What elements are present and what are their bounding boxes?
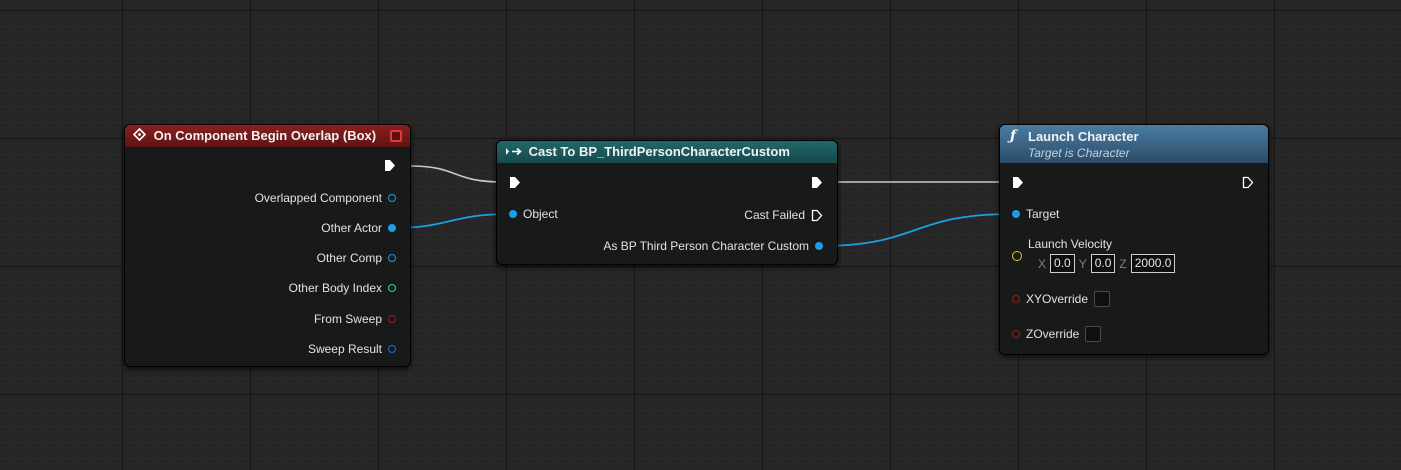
launch-character-node[interactable]: ƒ Launch Character Target is Character T… [999, 124, 1269, 355]
pin-label: Sweep Result [307, 342, 382, 356]
boolean-pin-icon[interactable] [388, 315, 396, 323]
exec-out-pin-icon[interactable] [384, 159, 396, 172]
pin-label: Launch Velocity [1028, 237, 1113, 251]
delegate-pin-icon[interactable] [390, 130, 402, 142]
pin-row-target[interactable]: Target [1012, 207, 1059, 221]
pin-row-cast-failed[interactable]: Cast Failed [744, 208, 823, 222]
object-pin-icon[interactable] [509, 210, 517, 218]
event-node-begin-overlap[interactable]: On Component Begin Overlap (Box) Overlap… [124, 124, 411, 367]
z-override-checkbox[interactable] [1085, 326, 1102, 342]
cast-node-header[interactable]: Cast To BP_ThirdPersonCharacterCustom [497, 141, 837, 163]
launch-node-title: Launch Character [1028, 129, 1139, 144]
pin-row-sweep-result[interactable]: Sweep Result [308, 342, 396, 356]
exec-out-pin-icon[interactable] [811, 209, 823, 222]
pin-label: XYOverride [1026, 292, 1089, 306]
event-node-header[interactable]: On Component Begin Overlap (Box) [125, 125, 410, 147]
pin-label: Overlapped Component [254, 191, 382, 205]
y-value-input[interactable]: 0.0 [1090, 254, 1116, 273]
x-value-input[interactable]: 0.0 [1050, 254, 1075, 273]
vector-pin-icon[interactable] [1012, 251, 1022, 261]
y-axis-label: Y [1078, 256, 1087, 271]
pin-label: Other Comp [316, 251, 382, 265]
exec-out-pin-icon[interactable] [1242, 176, 1254, 189]
object-pin-icon[interactable] [1012, 210, 1020, 218]
launch-node-subtitle: Target is Character [1028, 146, 1130, 160]
launch-velocity-group: Launch Velocity X 0.0 Y 0.0 Z 2000.0 [1028, 237, 1176, 273]
struct-pin-icon[interactable] [388, 345, 396, 353]
pin-row-other-body-index[interactable]: Other Body Index [289, 281, 396, 295]
pin-label: Target [1026, 207, 1060, 221]
pin-row-launch-velocity[interactable]: Launch Velocity X 0.0 Y 0.0 Z 2000.0 [1012, 237, 1176, 273]
pin-row-object[interactable]: Object [509, 207, 558, 221]
integer-pin-icon[interactable] [388, 284, 396, 292]
event-diamond-icon [132, 126, 147, 148]
z-axis-label: Z [1119, 256, 1127, 271]
pin-row-overlapped-component[interactable]: Overlapped Component [255, 191, 396, 205]
object-pin-icon[interactable] [388, 254, 396, 262]
cast-node[interactable]: Cast To BP_ThirdPersonCharacterCustom Ob… [496, 140, 838, 265]
pin-label: As BP Third Person Character Custom [603, 239, 809, 253]
launch-exec-in-row[interactable] [1012, 176, 1024, 189]
pin-label: Object [523, 207, 558, 221]
launch-node-header[interactable]: ƒ Launch Character Target is Character [1000, 125, 1268, 163]
pin-label: Other Body Index [288, 281, 382, 295]
object-pin-icon[interactable] [388, 194, 396, 202]
pin-row-from-sweep[interactable]: From Sweep [314, 312, 396, 326]
event-exec-out-row[interactable] [384, 159, 396, 172]
pin-row-other-actor[interactable]: Other Actor [321, 221, 396, 235]
exec-in-pin-icon[interactable] [509, 176, 521, 189]
xy-override-checkbox[interactable] [1094, 291, 1111, 307]
cast-exec-out-row[interactable] [811, 176, 823, 189]
boolean-pin-icon[interactable] [1012, 330, 1020, 338]
boolean-pin-icon[interactable] [1012, 295, 1020, 303]
exec-out-pin-icon[interactable] [811, 176, 823, 189]
pin-label: ZOverride [1026, 327, 1080, 341]
exec-wire-event-to-cast [409, 165, 505, 183]
exec-in-pin-icon[interactable] [1012, 176, 1024, 189]
pin-label: Other Actor [321, 221, 382, 235]
pin-row-other-comp[interactable]: Other Comp [317, 251, 396, 265]
cast-node-title: Cast To BP_ThirdPersonCharacterCustom [528, 144, 790, 159]
pin-row-xy-override[interactable]: XYOverride [1012, 291, 1111, 307]
pin-row-as-character[interactable]: As BP Third Person Character Custom [603, 239, 823, 253]
launch-exec-out-row[interactable] [1242, 176, 1254, 189]
object-pin-icon[interactable] [388, 224, 396, 232]
object-wire-as-to-target [819, 213, 1013, 247]
x-axis-label: X [1038, 256, 1047, 271]
z-value-input[interactable]: 2000.0 [1130, 254, 1176, 273]
pin-row-z-override[interactable]: ZOverride [1012, 326, 1102, 342]
pin-label: Cast Failed [744, 208, 805, 222]
cast-exec-in-row[interactable] [509, 176, 521, 189]
pin-label: From Sweep [313, 312, 382, 326]
object-pin-icon[interactable] [815, 242, 823, 250]
function-icon: ƒ [1010, 128, 1017, 144]
vector-fields: X 0.0 Y 0.0 Z 2000.0 [1038, 254, 1176, 273]
cast-arrow-icon [505, 142, 523, 164]
event-node-title: On Component Begin Overlap (Box) [153, 128, 377, 143]
